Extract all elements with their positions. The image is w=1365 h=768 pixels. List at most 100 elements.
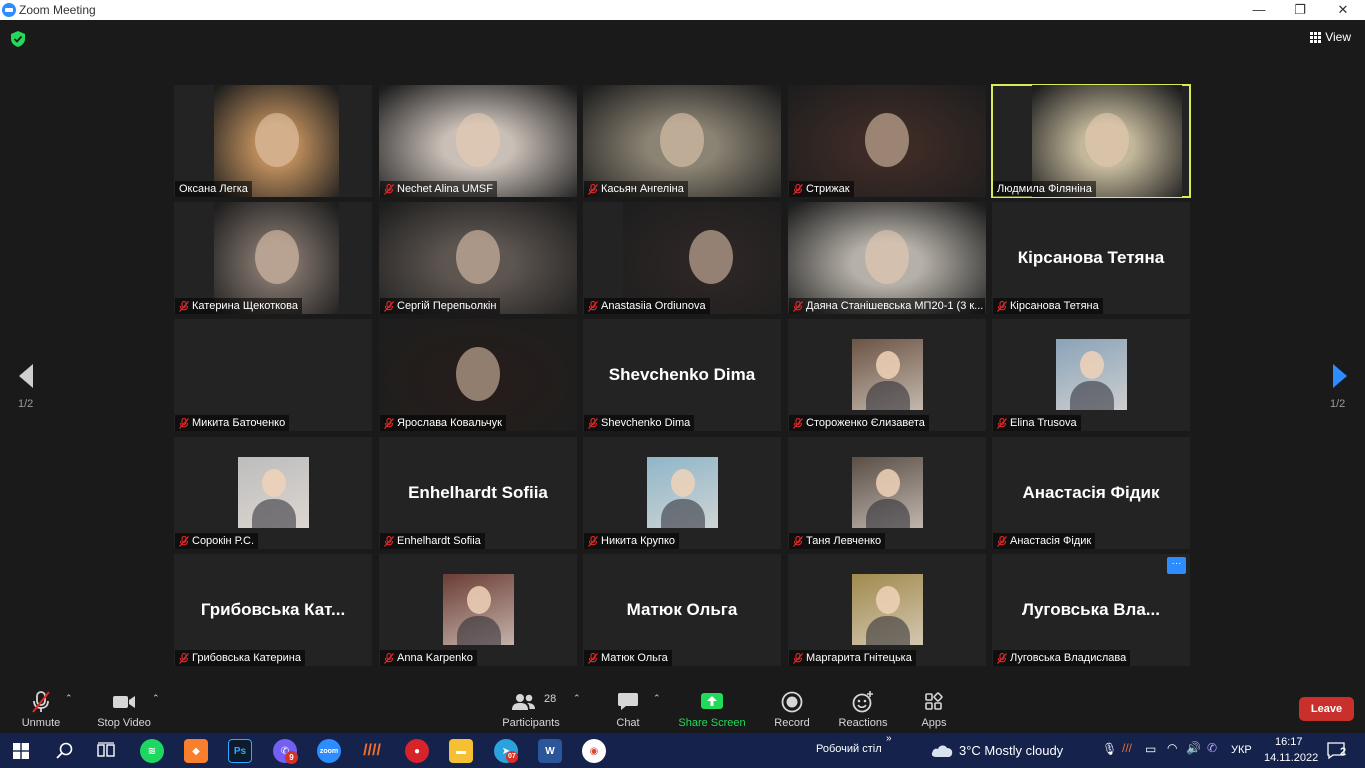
unmute-button[interactable]: Unmute (20, 689, 62, 729)
participant-tile[interactable]: Anna Karpenko (379, 554, 577, 666)
participants-icon (512, 694, 535, 710)
video-camera-icon (113, 696, 135, 708)
encryption-shield-icon[interactable] (11, 31, 25, 47)
audio-options-chevron-icon[interactable]: ⌃ (65, 693, 73, 704)
participant-name: Стрижак (806, 183, 850, 195)
apps-button[interactable]: Apps (918, 689, 950, 729)
minimize-button[interactable]: — (1244, 1, 1274, 19)
participant-name: Elina Trusova (1010, 417, 1077, 429)
restore-button[interactable]: ❐ (1285, 1, 1315, 19)
meeting-area: View 1/2 1/2 Оксана Легка Nechet Alina UM… (0, 20, 1365, 685)
video-options-chevron-icon[interactable]: ⌃ (152, 693, 160, 704)
participant-tile[interactable]: Nechet Alina UMSF (379, 85, 577, 197)
avatar-figure (876, 351, 900, 379)
participant-tile[interactable]: Катерина Щекоткова (174, 202, 372, 314)
participant-tile[interactable]: Стрижак (788, 85, 986, 197)
participant-tile[interactable]: Касьян Ангеліна (583, 85, 781, 197)
participant-name: Стороженко Єлизавета (806, 417, 925, 429)
weather-text[interactable]: 3°C Mostly cloudy (959, 743, 1063, 758)
spotify-icon[interactable]: ≋ (140, 739, 164, 763)
previous-page-arrow-icon[interactable] (16, 362, 36, 390)
participant-name: Anna Karpenko (397, 652, 473, 664)
participant-name: Луговська Владислава (1010, 652, 1127, 664)
participant-avatar-photo (852, 457, 923, 528)
word-icon[interactable]: W (538, 739, 562, 763)
participant-tile[interactable]: Анастасія Фідик Анастасія Фідик (992, 437, 1190, 549)
chat-options-chevron-icon[interactable]: ⌃ (653, 693, 661, 704)
next-page-arrow-icon[interactable] (1330, 362, 1350, 390)
participant-tile[interactable]: Людмила Філяніна (991, 84, 1191, 198)
participant-name: Кірсанова Тетяна (1010, 300, 1099, 312)
participant-tile[interactable]: Сорокін Р.С. (174, 437, 372, 549)
chrome-icon[interactable]: ◉ (582, 739, 606, 763)
participant-tile[interactable]: Маргарита Гнітецька (788, 554, 986, 666)
file-explorer-icon[interactable]: ▬ (449, 739, 473, 763)
photoshop-icon[interactable]: Ps (228, 739, 252, 763)
clock-date[interactable]: 14.11.2022 (1264, 752, 1318, 764)
participant-tile[interactable]: Enhelhardt Sofiia Enhelhardt Sofiia (379, 437, 577, 549)
muted-mic-icon (588, 535, 598, 547)
participant-tile[interactable]: Сергій Перепьолкін (379, 202, 577, 314)
recorder-app-icon[interactable]: ● (405, 739, 429, 763)
participant-face (456, 347, 500, 401)
viber-tray-icon[interactable]: ✆ (1207, 741, 1217, 755)
participant-display-name: Луговська Вла... (1022, 600, 1160, 619)
weather-cloud-icon[interactable] (930, 742, 954, 758)
app-stripes-icon[interactable]: //// (360, 739, 384, 763)
avatar-figure (1080, 351, 1104, 379)
stop-video-button[interactable]: Stop Video (96, 689, 152, 729)
microphone-tray-icon[interactable]: 🎙 (1102, 742, 1117, 756)
participant-tile[interactable]: Микита Баточенко (174, 319, 372, 431)
chat-button[interactable]: Chat (610, 689, 646, 729)
desktop-toolbar-label[interactable]: Робочий стіл (816, 743, 882, 755)
participant-name: Таня Левченко (806, 535, 882, 547)
view-button[interactable]: View (1310, 30, 1351, 44)
windows-start-icon[interactable] (13, 743, 29, 759)
language-indicator[interactable]: УКР (1231, 744, 1252, 756)
participant-name: Матюк Ольга (601, 652, 668, 664)
participant-tile[interactable]: Shevchenko Dima Shevchenko Dima (583, 319, 781, 431)
windows-taskbar: ≋ ◆ Ps ✆ 9 zoom //// ● ▬ ➤ 07 W ◉ Робочи… (0, 733, 1365, 768)
app-orange-icon[interactable]: ◆ (184, 739, 208, 763)
close-button[interactable]: ✕ (1328, 1, 1358, 19)
participants-label: Participants (502, 717, 560, 729)
participant-tile[interactable]: Стороженко Єлизавета (788, 319, 986, 431)
participant-tile[interactable]: Кірсанова Тетяна Кірсанова Тетяна (992, 202, 1190, 314)
participant-tile[interactable]: Anastasiia Ordiunova (583, 202, 781, 314)
tile-more-options-button[interactable]: ··· (1167, 557, 1186, 574)
participant-tile[interactable]: Оксана Легка (174, 85, 372, 197)
participant-tile[interactable]: Грибовська Кат... Грибовська Катерина (174, 554, 372, 666)
tray-app-icon[interactable]: /// (1122, 741, 1132, 755)
muted-mic-icon (588, 652, 598, 664)
participant-tile[interactable]: Elina Trusova (992, 319, 1190, 431)
participant-tile[interactable]: Таня Левченко (788, 437, 986, 549)
share-screen-button[interactable]: Share Screen (678, 689, 746, 729)
volume-icon[interactable]: 🔊 (1186, 741, 1201, 755)
zoom-taskbar-icon[interactable]: zoom (317, 739, 341, 763)
participant-tile[interactable]: Даяна Станішевська МП20-1 (3 к... (788, 202, 986, 314)
participant-name: Anastasiia Ordiunova (601, 300, 706, 312)
participant-face (688, 230, 733, 284)
toolbar-expand-icon[interactable]: » (886, 733, 892, 744)
participant-tile[interactable]: Никита Крупко (583, 437, 781, 549)
participant-tile[interactable]: Матюк Ольга Матюк Ольга (583, 554, 781, 666)
muted-mic-icon (997, 652, 1007, 664)
avatar-figure (262, 469, 286, 497)
participants-options-chevron-icon[interactable]: ⌃ (573, 693, 581, 704)
network-tray-icon[interactable]: ▭ (1145, 742, 1156, 756)
participant-name: Shevchenko Dima (601, 417, 691, 429)
leave-button[interactable]: Leave (1299, 697, 1354, 721)
task-view-icon[interactable] (97, 742, 115, 759)
participant-tile[interactable]: Луговська Вла... ··· Луговська Владислава (992, 554, 1190, 666)
participant-face (254, 113, 299, 167)
clock-time[interactable]: 16:17 (1275, 736, 1303, 748)
reactions-button[interactable]: Reactions (838, 689, 888, 729)
search-icon[interactable] (56, 742, 73, 759)
wifi-icon[interactable]: ◠ (1167, 741, 1177, 755)
telegram-icon[interactable]: ➤ 07 (494, 739, 518, 763)
viber-icon[interactable]: ✆ 9 (273, 739, 298, 764)
participant-tile[interactable]: Ярослава Ковальчук (379, 319, 577, 431)
stop-video-label: Stop Video (97, 717, 151, 729)
participants-button[interactable]: 28 Participants (500, 689, 562, 729)
record-button[interactable]: Record (772, 689, 812, 729)
